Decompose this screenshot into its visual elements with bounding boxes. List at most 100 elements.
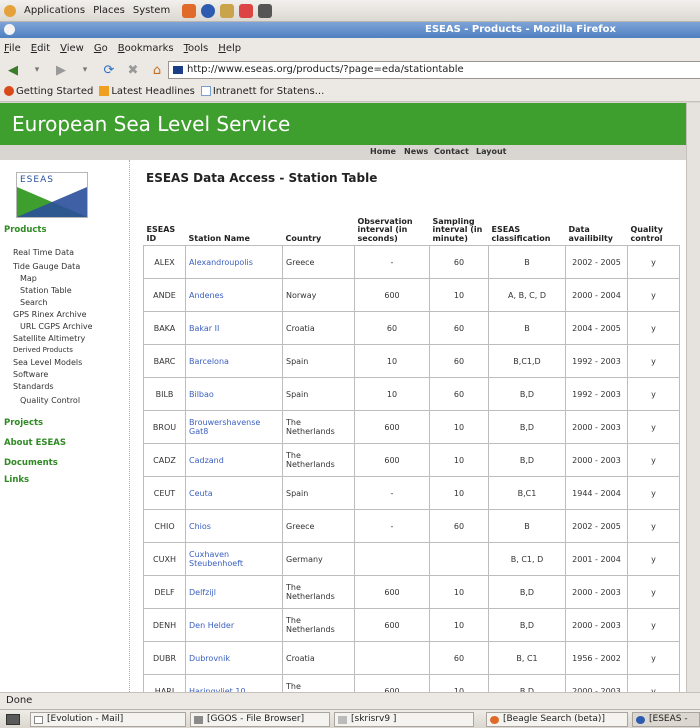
sidebar-section-about[interactable]: About ESEAS bbox=[4, 438, 66, 448]
cell-observation bbox=[354, 641, 430, 676]
cell-id: DENH bbox=[143, 608, 186, 643]
cell-station-link[interactable]: Chios bbox=[185, 509, 283, 544]
menu-tools[interactable]: Tools bbox=[184, 43, 209, 54]
cell-availability: 2000 - 2003 bbox=[565, 608, 628, 643]
sidebar-section-products[interactable]: Products bbox=[4, 225, 47, 235]
cell-id: ALEX bbox=[143, 245, 186, 280]
nav-layout[interactable]: Layout bbox=[476, 147, 506, 156]
sidebar-item-gps-rinex[interactable]: GPS Rinex Archive bbox=[13, 310, 87, 319]
cell-station-link[interactable]: Ceuta bbox=[185, 476, 283, 511]
beagle-launcher-icon[interactable] bbox=[182, 3, 197, 18]
sidebar-item-search[interactable]: Search bbox=[20, 298, 47, 307]
site-favicon-icon bbox=[173, 66, 183, 74]
terminal-icon bbox=[338, 716, 347, 724]
vertical-scrollbar[interactable] bbox=[686, 103, 700, 692]
sidebar-section-links[interactable]: Links bbox=[4, 475, 29, 485]
cell-classification: B, C1, D bbox=[488, 542, 566, 577]
sidebar-item-map[interactable]: Map bbox=[20, 274, 37, 283]
bookmark-getting-started[interactable]: Getting Started bbox=[4, 86, 93, 97]
gnome-foot-icon bbox=[4, 4, 16, 17]
task-firefox[interactable]: [ESEAS - bbox=[632, 712, 700, 727]
cell-id: HARI bbox=[143, 674, 186, 692]
sidebar-item-station-table[interactable]: Station Table bbox=[20, 286, 72, 295]
sidebar-item-satellite-altimetry[interactable]: Satellite Altimetry bbox=[13, 334, 85, 343]
reload-icon[interactable]: ⟳ bbox=[100, 61, 118, 79]
cell-station-link[interactable]: Andenes bbox=[185, 278, 283, 313]
cell-station-link[interactable]: Barcelona bbox=[185, 344, 283, 379]
window-titlebar[interactable]: ESEAS - Products - Mozilla Firefox bbox=[0, 22, 700, 38]
sidebar-section-projects[interactable]: Projects bbox=[4, 418, 43, 428]
sidebar-item-real-time-data[interactable]: Real Time Data bbox=[13, 248, 74, 257]
stop-icon[interactable]: ✖ bbox=[124, 61, 142, 79]
address-text: http://www.eseas.org/products/?page=eda/… bbox=[187, 64, 464, 75]
address-bar[interactable]: http://www.eseas.org/products/?page=eda/… bbox=[168, 61, 700, 79]
panel-menu-system[interactable]: System bbox=[133, 5, 170, 16]
task-beagle-search[interactable]: [Beagle Search (beta)] bbox=[486, 712, 628, 727]
cell-station-link[interactable]: Alexandroupolis bbox=[185, 245, 283, 280]
window-title: ESEAS - Products - Mozilla Firefox bbox=[425, 24, 616, 35]
sidebar-item-standards[interactable]: Standards bbox=[13, 382, 54, 391]
col-classification: ESEAS classification bbox=[491, 225, 551, 243]
back-arrow-icon[interactable]: ◀ bbox=[4, 61, 22, 79]
cell-id: BAKA bbox=[143, 311, 186, 346]
table-row: CUXH Cuxhaven Steubenhoeft Germany B, C1, D… bbox=[143, 542, 680, 577]
menu-file[interactable]: File bbox=[4, 43, 21, 54]
menu-go[interactable]: Go bbox=[94, 43, 108, 54]
cell-availability: 1992 - 2003 bbox=[565, 377, 628, 412]
sidebar-item-software[interactable]: Software bbox=[13, 370, 48, 379]
status-bar: Done bbox=[0, 692, 700, 709]
cell-station-link[interactable]: Dubrovnik bbox=[185, 641, 283, 676]
bookmark-intranett[interactable]: Intranett for Statens... bbox=[200, 86, 324, 97]
cell-quality: y bbox=[627, 443, 680, 478]
menu-view[interactable]: View bbox=[60, 43, 84, 54]
task-file-browser[interactable]: [GGOS - File Browser] bbox=[190, 712, 330, 727]
menu-help[interactable]: Help bbox=[218, 43, 241, 54]
eseas-logo[interactable]: ESEAS bbox=[16, 172, 88, 218]
menu-bookmarks[interactable]: Bookmarks bbox=[118, 43, 174, 54]
cell-station-link[interactable]: Brouwershavense Gat8 bbox=[185, 410, 283, 445]
show-desktop-icon[interactable] bbox=[6, 714, 20, 725]
terminal-launcher-icon[interactable] bbox=[258, 3, 273, 18]
task-evolution-mail[interactable]: [Evolution - Mail] bbox=[30, 712, 186, 727]
nav-contact[interactable]: Contact bbox=[434, 147, 469, 156]
cell-classification: B,C1,D bbox=[488, 344, 566, 379]
sidebar-item-sea-level-models[interactable]: Sea Level Models bbox=[13, 358, 82, 367]
col-station-name: Station Name bbox=[188, 233, 250, 243]
home-icon[interactable]: ⌂ bbox=[148, 61, 166, 79]
bookmark-latest-headlines[interactable]: Latest Headlines bbox=[99, 86, 195, 97]
sidebar-section-documents[interactable]: Documents bbox=[4, 458, 58, 468]
cell-country: Spain bbox=[282, 377, 355, 412]
nav-news[interactable]: News bbox=[404, 147, 428, 156]
beagle-icon bbox=[490, 716, 499, 724]
sidebar-item-quality-control[interactable]: Quality Control bbox=[20, 396, 80, 405]
cell-station-link[interactable]: Bakar II bbox=[185, 311, 283, 346]
sidebar-item-derived-products[interactable]: Derived Products bbox=[13, 346, 73, 354]
sidebar-item-tide-gauge-data[interactable]: Tide Gauge Data bbox=[13, 262, 80, 271]
cell-station-link[interactable]: Haringvliet 10 bbox=[185, 674, 283, 692]
cell-station-link[interactable]: Delfzijl bbox=[185, 575, 283, 610]
forward-dropdown-icon[interactable]: ▾ bbox=[76, 61, 94, 79]
back-dropdown-icon[interactable]: ▾ bbox=[28, 61, 46, 79]
cell-station-link[interactable]: Cuxhaven Steubenhoeft bbox=[185, 542, 283, 577]
cell-observation: - bbox=[354, 509, 430, 544]
panel-menu-places[interactable]: Places bbox=[93, 5, 125, 16]
table-row: DENH Den Helder The Netherlands 600 10 B,D 200… bbox=[143, 608, 680, 643]
cell-quality: y bbox=[627, 542, 680, 577]
task-terminal[interactable]: [skrisrv9 ] bbox=[334, 712, 474, 727]
cell-station-link[interactable]: Bilbao bbox=[185, 377, 283, 412]
cell-country: The Netherlands bbox=[282, 608, 355, 643]
sidebar-item-url-cgps[interactable]: URL CGPS Archive bbox=[20, 322, 93, 331]
window-menu-icon[interactable] bbox=[4, 24, 15, 35]
table-row: CHIO Chios Greece -60 B 2002 - 2005 y bbox=[143, 509, 680, 544]
cell-station-link[interactable]: Cadzand bbox=[185, 443, 283, 478]
menu-edit[interactable]: Edit bbox=[31, 43, 50, 54]
forward-arrow-icon[interactable]: ▶ bbox=[52, 61, 70, 79]
cell-id: BROU bbox=[143, 410, 186, 445]
help-launcher-icon[interactable] bbox=[239, 3, 254, 18]
rss-icon bbox=[99, 86, 110, 96]
mail-launcher-icon[interactable] bbox=[220, 3, 235, 18]
cell-station-link[interactable]: Den Helder bbox=[185, 608, 283, 643]
nav-home[interactable]: Home bbox=[370, 147, 396, 156]
panel-menu-applications[interactable]: Applications bbox=[24, 5, 85, 16]
firefox-launcher-icon[interactable] bbox=[201, 3, 216, 18]
